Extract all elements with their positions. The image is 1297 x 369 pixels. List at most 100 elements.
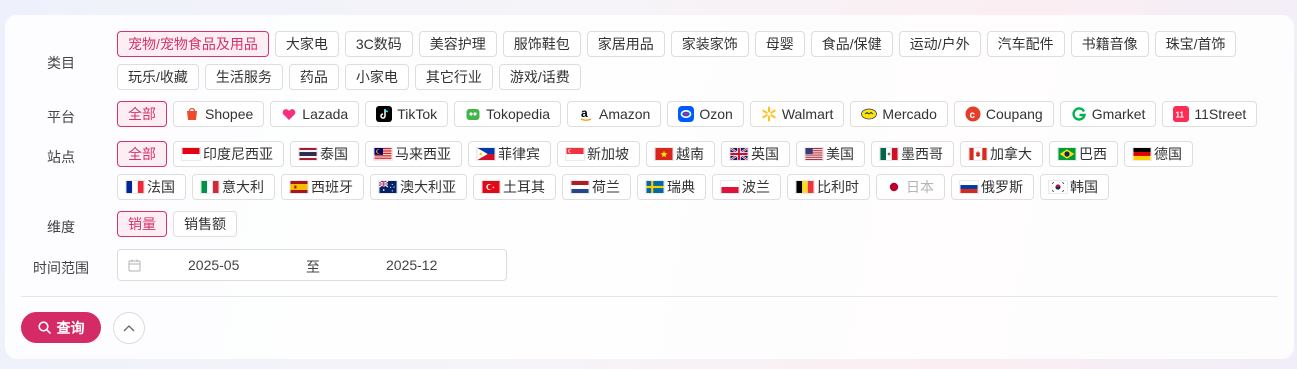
svg-text:c: c: [969, 110, 975, 121]
platform-option-label: Lazada: [302, 106, 349, 122]
platform-option-label: Shopee: [205, 106, 254, 122]
category-option-label: 美容护理: [429, 36, 486, 52]
site-option-label: 俄罗斯: [981, 179, 1023, 195]
category-option[interactable]: 家装家饰: [670, 31, 749, 57]
site-option[interactable]: 韩国: [1040, 174, 1109, 200]
site-option-label: 巴西: [1079, 146, 1107, 162]
category-option[interactable]: 3C数码: [344, 31, 413, 57]
site-option[interactable]: 西班牙: [281, 174, 364, 200]
svg-text:11: 11: [1176, 111, 1185, 120]
platform-option[interactable]: Mercado: [850, 101, 948, 127]
platform-option[interactable]: c Coupang: [953, 101, 1054, 127]
flag-th-icon: [298, 147, 320, 161]
category-option[interactable]: 服饰鞋包: [502, 31, 581, 57]
site-option-label: 德国: [1154, 146, 1182, 162]
platform-option[interactable]: Shopee: [173, 101, 265, 127]
category-option-label: 书籍音像: [1081, 36, 1138, 52]
flag-sg-icon: [565, 147, 587, 161]
site-option[interactable]: 意大利: [192, 174, 275, 200]
category-option[interactable]: 小家电: [344, 64, 409, 90]
platform-option[interactable]: 11 11Street: [1162, 101, 1258, 127]
site-option[interactable]: 日本: [876, 174, 945, 200]
platform-option[interactable]: Walmart: [749, 101, 845, 127]
shopee-icon: [184, 106, 200, 122]
site-option[interactable]: 全部: [117, 141, 167, 167]
collapse-button[interactable]: [113, 312, 145, 344]
site-option[interactable]: 德国: [1124, 141, 1193, 167]
filter-panel: 类目 宠物/宠物食品及用品 大家电 3C数码 美容护理 服饰鞋包 家居用品 家装家饰 母婴 食品…: [5, 15, 1294, 359]
category-option[interactable]: 药品: [288, 64, 339, 90]
site-option-label: 瑞典: [667, 179, 695, 195]
query-button[interactable]: 查询: [21, 312, 101, 343]
site-option-label: 比利时: [817, 179, 859, 195]
platform-option[interactable]: Tokopedia: [454, 101, 561, 127]
site-option[interactable]: 土耳其: [473, 174, 556, 200]
platform-option[interactable]: Lazada: [270, 101, 360, 127]
site-option-label: 土耳其: [503, 179, 545, 195]
site-option[interactable]: 瑞典: [637, 174, 706, 200]
platform-option[interactable]: 全部: [117, 101, 167, 127]
start-month-input[interactable]: 2025-05: [188, 257, 239, 273]
site-option-label: 美国: [826, 146, 854, 162]
category-option-label: 宠物/宠物食品及用品: [128, 36, 258, 52]
site-option[interactable]: 墨西哥: [871, 141, 954, 167]
site-option[interactable]: 荷兰: [562, 174, 631, 200]
chevron-up-icon: [123, 324, 135, 332]
site-option[interactable]: 泰国: [290, 141, 359, 167]
category-option[interactable]: 其它行业: [414, 64, 493, 90]
category-option-label: 家居用品: [597, 36, 654, 52]
category-option[interactable]: 运动/户外: [898, 31, 981, 57]
category-option-label: 生活服务: [215, 69, 272, 85]
category-option[interactable]: 宠物/宠物食品及用品: [117, 31, 269, 57]
platform-option[interactable]: a Amazon: [566, 101, 662, 127]
flag-pl-icon: [720, 180, 742, 194]
site-option[interactable]: 巴西: [1049, 141, 1118, 167]
site-option[interactable]: 菲律宾: [468, 141, 551, 167]
category-option[interactable]: 食品/保健: [810, 31, 893, 57]
platform-option[interactable]: TikTok: [365, 101, 449, 127]
site-option-label: 日本: [906, 179, 934, 195]
platform-option[interactable]: Gmarket: [1059, 101, 1157, 127]
end-month-input[interactable]: 2025-12: [386, 257, 437, 273]
flag-gb-icon: [729, 147, 751, 161]
site-option-label: 波兰: [742, 179, 770, 195]
flag-us-icon: [804, 147, 826, 161]
site-option-label: 新加坡: [587, 146, 629, 162]
dimension-option[interactable]: 销量: [117, 211, 167, 237]
category-option[interactable]: 游戏/话费: [498, 64, 581, 90]
site-option[interactable]: 加拿大: [960, 141, 1043, 167]
site-option[interactable]: 印度尼西亚: [173, 141, 284, 167]
site-option[interactable]: 越南: [646, 141, 715, 167]
category-option[interactable]: 汽车配件: [986, 31, 1065, 57]
date-range-picker[interactable]: 2025-05 至 2025-12: [117, 249, 507, 281]
flag-nl-icon: [570, 180, 592, 194]
divider: [21, 296, 1278, 297]
category-option[interactable]: 书籍音像: [1070, 31, 1149, 57]
category-option[interactable]: 家居用品: [586, 31, 665, 57]
dimension-option[interactable]: 销售额: [173, 211, 237, 237]
platform-option[interactable]: Ozon: [667, 101, 744, 127]
site-option[interactable]: 马来西亚: [365, 141, 462, 167]
site-option[interactable]: 美国: [796, 141, 865, 167]
category-option-label: 3C数码: [355, 36, 402, 52]
platform-option-label: Gmarket: [1091, 106, 1146, 122]
site-option[interactable]: 波兰: [712, 174, 781, 200]
flag-ca-icon: [968, 147, 990, 161]
tiktok-icon: [376, 106, 393, 122]
category-option[interactable]: 玩乐/收藏: [117, 64, 199, 90]
category-option[interactable]: 珠宝/首饰: [1154, 31, 1237, 57]
site-option[interactable]: 新加坡: [557, 141, 640, 167]
site-option[interactable]: 澳大利亚: [370, 174, 467, 200]
site-option[interactable]: 法国: [117, 174, 186, 200]
coupang-icon: c: [965, 106, 981, 122]
site-option[interactable]: 俄罗斯: [951, 174, 1034, 200]
site-option[interactable]: 英国: [721, 141, 790, 167]
calendar-icon: [128, 259, 141, 275]
flag-se-icon: [645, 180, 667, 194]
category-option[interactable]: 美容护理: [418, 31, 497, 57]
category-option[interactable]: 母婴: [754, 31, 805, 57]
category-option[interactable]: 大家电: [274, 31, 339, 57]
lazada-icon: [281, 106, 297, 122]
category-option[interactable]: 生活服务: [204, 64, 283, 90]
site-option[interactable]: 比利时: [787, 174, 870, 200]
